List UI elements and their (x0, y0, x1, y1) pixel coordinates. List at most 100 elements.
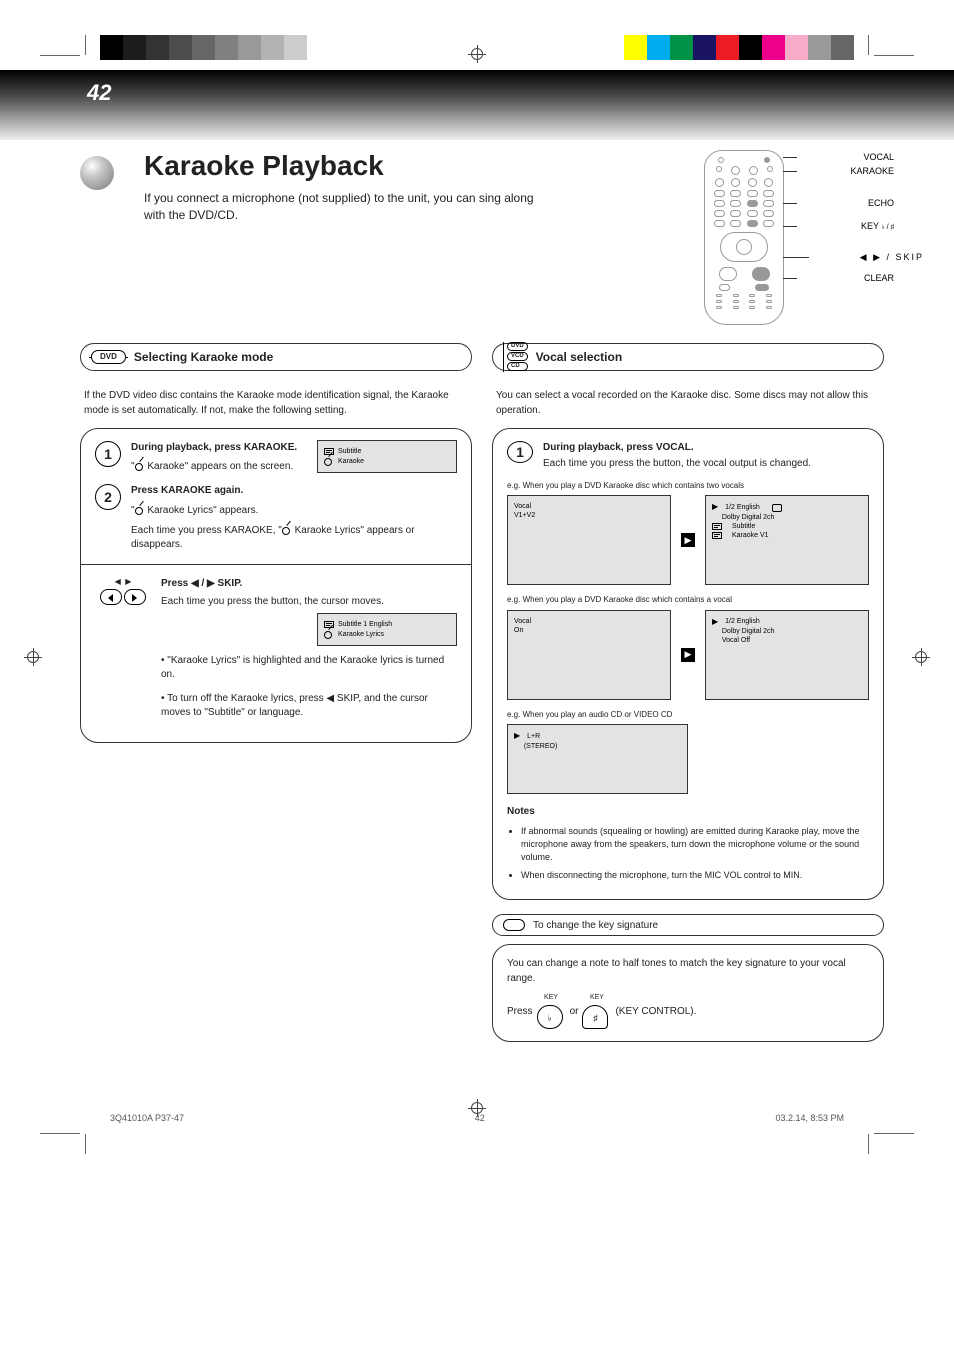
step-number-2: 2 (95, 484, 121, 510)
vcd-example-2: Vocal On ▶ 1/2 English Dolby Digital 2ch… (507, 610, 869, 700)
leader-line (783, 226, 797, 227)
section-clear-bar: To change the key signature (492, 914, 884, 936)
vcd-card: 1 During playback, press VOCAL. Each tim… (492, 428, 884, 900)
skip-prev-button[interactable] (100, 589, 122, 605)
section-vcd-bar: DVDVCDCD Vocal selection (492, 343, 884, 371)
vcd-eg3: e.g. When you play an audio CD or VIDEO … (507, 710, 869, 720)
remote-label-vocal: VOCAL (863, 152, 894, 162)
shot-line: (STEREO) (524, 742, 557, 751)
play-icon (514, 731, 523, 741)
color-calibration-strip (624, 35, 854, 60)
shot-line: Dolby Digital 2ch (722, 627, 775, 636)
registration-mark (468, 45, 486, 63)
leader-line (783, 257, 809, 258)
registration-mark (468, 1099, 486, 1117)
vcd-step-1: 1 During playback, press VOCAL. Each tim… (507, 441, 869, 471)
crop-mark (874, 55, 914, 56)
clear-step-or: or (570, 1006, 579, 1017)
shot-line: On (514, 626, 664, 635)
dvd-intro: If the DVD video disc contains the Karao… (84, 389, 468, 418)
shot-line: Subtitle 1 English (338, 620, 392, 629)
arrow-icon: ▶ (681, 648, 695, 662)
clear-step-suffix: (KEY CONTROL). (615, 1006, 696, 1017)
dvd-card: 1 During playback, press KARAOKE. " Kara… (80, 428, 472, 743)
crop-marks-bottom: 3Q41010A P37-47 42 03.2.14, 8:53 PM (0, 1102, 954, 1162)
clear-card: You can change a note to half tones to m… (492, 944, 884, 1042)
play-icon (712, 502, 721, 512)
remote-label-echo: ECHO (868, 198, 894, 208)
vcd-intro: You can select a vocal recorded on the K… (496, 389, 880, 418)
key-section-icon (503, 919, 525, 931)
key-flat-button[interactable]: ♭ (537, 1005, 563, 1029)
page-content: Karaoke Playback If you connect a microp… (0, 140, 954, 1102)
vcd-shot-1b: 1/2 English Dolby Digital 2ch Subtitle K… (705, 495, 869, 585)
step-number-vocal: 1 (507, 441, 533, 463)
shot-line: V1+V2 (514, 511, 664, 520)
shot-line: Karaoke Lyrics (338, 630, 384, 639)
dvd-b-note1: • "Karaoke Lyrics" is highlighted and th… (161, 654, 457, 682)
step-number-1: 1 (95, 441, 121, 467)
vcd-shot-3: L+R (STEREO) (507, 724, 688, 794)
dvd-step2-title: Press KARAOKE again. (131, 485, 243, 496)
dvd-skip-body: Each time you press the button, the curs… (161, 595, 457, 609)
page-subtitle: If you connect a microphone (not supplie… (144, 190, 544, 224)
crop-mark (868, 1134, 869, 1154)
dvd-column: If the DVD video disc contains the Karao… (80, 379, 472, 1042)
vcd-badge-stack: DVDVCDCD (503, 342, 528, 372)
vcd-shot-1a: Vocal V1+V2 (507, 495, 671, 585)
shot-line: Karaoke V1 (732, 531, 769, 540)
karaoke-icon (324, 456, 334, 466)
section-vcd-title: Vocal selection (536, 350, 622, 364)
page-title: Karaoke Playback (144, 150, 674, 182)
vcd-shot-2b: 1/2 English Dolby Digital 2ch Vocal Off (705, 610, 869, 700)
karaoke-icon (135, 505, 145, 515)
subtitle-icon (712, 523, 722, 530)
shot-line: 1/2 English (725, 503, 760, 512)
leader-line (783, 171, 797, 172)
crop-mark (85, 35, 86, 55)
subtitle-icon (712, 532, 722, 539)
crop-mark (40, 1133, 80, 1134)
clear-step-prefix: Press (507, 1006, 533, 1017)
crop-mark (40, 55, 80, 56)
footer-date: 03.2.14, 8:53 PM (775, 1113, 844, 1123)
separator (81, 564, 471, 565)
vcd-column: You can select a vocal recorded on the K… (492, 379, 884, 1042)
grayscale-calibration-strip (100, 35, 330, 60)
camera-angle-icon (772, 504, 782, 512)
leader-line (783, 278, 797, 279)
dvd-step-skip: Press ◀ / ▶ SKIP. Each time you press th… (95, 577, 457, 720)
dvd-shot-1: Subtitle Karaoke (317, 440, 457, 473)
section-dvd-bar: DVD Selecting Karaoke mode (80, 343, 472, 371)
section-clear-title: To change the key signature (533, 920, 658, 931)
page-banner (0, 70, 954, 140)
notes-title: Notes (507, 806, 869, 817)
arrow-icon: ▶ (681, 533, 695, 547)
clear-body: You can change a note to half tones to m… (507, 957, 869, 986)
notes-list: If abnormal sounds (squealing or howling… (507, 825, 869, 882)
leader-line (783, 203, 797, 204)
page-header: Karaoke Playback If you connect a microp… (80, 150, 884, 325)
vcd-example-1: Vocal V1+V2 ▶ 1/2 English Dolby Digital … (507, 495, 869, 585)
crop-mark (868, 35, 869, 55)
vcd-eg1: e.g. When you play a DVD Karaoke disc wh… (507, 481, 869, 491)
dvd-badge: DVD (91, 350, 126, 364)
vcd-example-3: L+R (STEREO) (507, 724, 688, 794)
section-dvd-title: Selecting Karaoke mode (134, 350, 273, 364)
crop-mark (85, 1134, 86, 1154)
note-item: When disconnecting the microphone, turn … (521, 869, 869, 882)
dvd-b-note2: • To turn off the Karaoke lyrics, press … (161, 692, 457, 720)
karaoke-icon (135, 461, 145, 471)
dvd-step-2: 2 Press KARAOKE again. " Karaoke Lyrics"… (95, 484, 457, 552)
key-label: KEY (582, 994, 611, 1001)
remote-outline (704, 150, 784, 325)
key-sharp-button[interactable]: ♯ (582, 1005, 608, 1029)
karaoke-icon (324, 629, 334, 639)
sphere-icon (80, 156, 114, 190)
crop-marks-top (0, 0, 954, 70)
shot-line: 1/2 English (725, 617, 760, 626)
dvd-step1-line1: During playback, press KARAOKE. (131, 442, 297, 453)
dvd-skip-title: Press ◀ / ▶ SKIP. (161, 578, 242, 589)
skip-next-button[interactable] (124, 589, 146, 605)
remote-label-karaoke: KARAOKE (850, 166, 894, 176)
